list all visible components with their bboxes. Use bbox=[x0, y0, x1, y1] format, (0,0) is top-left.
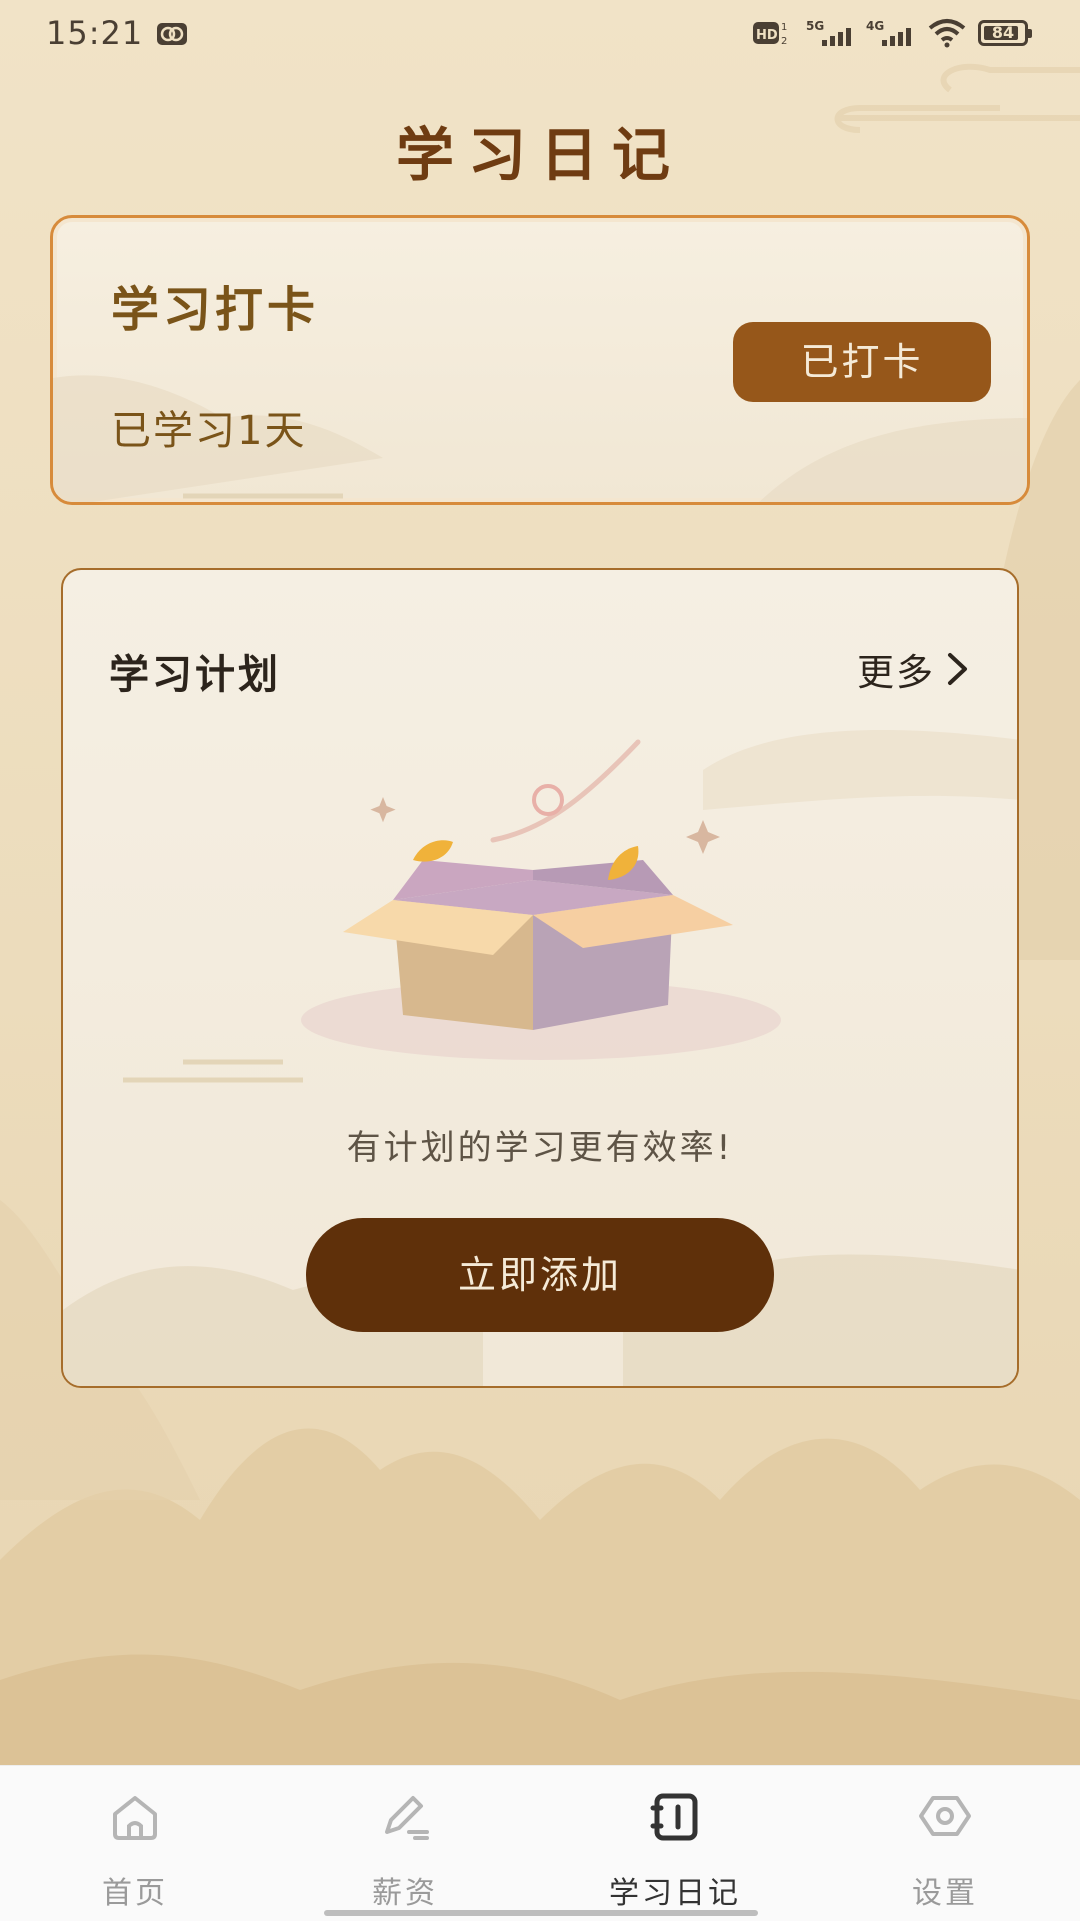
checkin-title: 学习打卡 bbox=[111, 282, 320, 338]
notification-icon bbox=[156, 22, 188, 50]
add-now-button[interactable]: 立即添加 bbox=[306, 1218, 774, 1332]
nav-label-diary: 学习日记 bbox=[609, 1876, 741, 1911]
study-plan-card: 学习计划 更多 有计划的学习更有效率! 立即添加 bbox=[61, 568, 1019, 1388]
more-label: 更多 bbox=[857, 651, 935, 694]
nav-item-salary[interactable]: 薪资 bbox=[270, 1766, 540, 1921]
nav-label-salary: 薪资 bbox=[372, 1876, 438, 1911]
bottom-nav: 首页 薪资 学习日记 设置 bbox=[0, 1765, 1080, 1921]
wifi-icon bbox=[928, 18, 966, 52]
svg-text:2: 2 bbox=[781, 36, 787, 47]
signal-5g-icon: 5G bbox=[806, 18, 856, 52]
battery-level: 84 bbox=[991, 23, 1015, 42]
nav-item-diary[interactable]: 学习日记 bbox=[540, 1766, 810, 1921]
svg-text:5G: 5G bbox=[806, 19, 824, 33]
empty-box-illustration bbox=[301, 739, 781, 1060]
empty-plan-text: 有计划的学习更有效率! bbox=[346, 1128, 734, 1168]
nav-item-settings[interactable]: 设置 bbox=[810, 1766, 1080, 1921]
status-time: 15:21 bbox=[46, 14, 144, 52]
more-link[interactable]: 更多 bbox=[857, 642, 971, 696]
svg-text:HD: HD bbox=[756, 28, 778, 43]
page-title: 学习日记 bbox=[395, 121, 684, 189]
nav-item-home[interactable]: 首页 bbox=[0, 1766, 270, 1921]
checked-in-button[interactable]: 已打卡 bbox=[733, 322, 991, 402]
settings-icon bbox=[917, 1788, 973, 1848]
edit-icon bbox=[377, 1788, 433, 1848]
chevron-right-icon bbox=[948, 653, 967, 685]
signal-4g-icon: 4G bbox=[866, 18, 916, 52]
diary-icon bbox=[647, 1788, 703, 1848]
home-icon bbox=[107, 1788, 163, 1848]
checkin-card: 学习打卡 已学习1天 已打卡 bbox=[50, 215, 1030, 505]
battery-icon: 84 bbox=[978, 20, 1032, 46]
nav-label-home: 首页 bbox=[102, 1876, 168, 1911]
svg-text:1: 1 bbox=[781, 22, 787, 33]
hd-icon: HD 1 2 bbox=[752, 18, 792, 52]
checkin-days: 已学习1天 bbox=[111, 408, 307, 454]
svg-text:4G: 4G bbox=[866, 19, 884, 33]
status-bar: 15:21 HD 1 2 5G 4G 84 bbox=[0, 0, 1080, 70]
plan-title: 学习计划 bbox=[109, 652, 281, 698]
home-indicator[interactable] bbox=[324, 1910, 758, 1916]
nav-label-settings: 设置 bbox=[912, 1876, 978, 1911]
